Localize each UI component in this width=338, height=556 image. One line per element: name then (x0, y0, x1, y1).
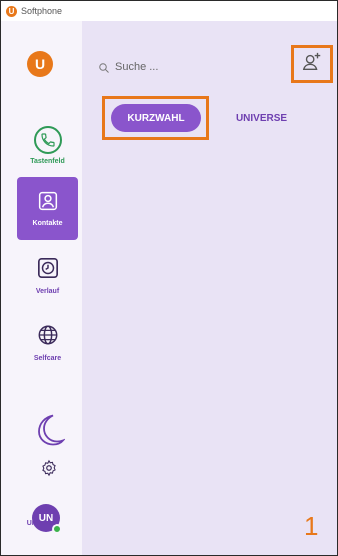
phone-icon (33, 126, 62, 154)
sidebar-item-tastenfeld[interactable]: Tastenfeld (17, 114, 78, 177)
sidebar-item-label: Tastenfeld (30, 158, 65, 165)
brand-logo[interactable]: U (27, 51, 53, 77)
sidebar: U Tastenfeld Kontakte Verlauf Selfcare U… (1, 21, 82, 555)
search-input[interactable] (115, 61, 235, 73)
contacts-panel: KURZWAHL UNIVERSE 1 (82, 21, 337, 555)
sidebar-item-label: Selfcare (33, 354, 62, 362)
tab-kurzwahl[interactable]: KURZWAHL (111, 104, 201, 132)
sidebar-item-selfcare[interactable]: Selfcare (17, 311, 78, 374)
clock-icon (37, 257, 59, 284)
contact-icon (38, 191, 58, 216)
sidebar-item-kontakte[interactable]: Kontakte (17, 177, 78, 240)
sidebar-item-label: Verlauf (35, 287, 60, 295)
globe-icon (37, 324, 59, 351)
gear-icon[interactable] (40, 459, 58, 477)
title-bar: U Softphone (1, 1, 337, 21)
app-logo-icon: U (6, 5, 17, 17)
sidebar-item-verlauf[interactable]: Verlauf (17, 244, 78, 307)
search-icon (98, 61, 110, 73)
window-title: Softphone (21, 6, 63, 16)
add-contact-icon (301, 51, 323, 78)
annotation-number: 1 (304, 511, 319, 541)
tab-universe[interactable]: UNIVERSE (224, 104, 299, 132)
search-bar[interactable] (98, 58, 248, 76)
user-label: Universe (26, 520, 57, 527)
add-contact-button[interactable] (291, 45, 333, 83)
moon-icon[interactable] (33, 413, 66, 447)
softphone-window: U Softphone U Tastenfeld Kontakte Verlau… (0, 0, 338, 556)
sidebar-item-label: Kontakte (32, 219, 63, 227)
